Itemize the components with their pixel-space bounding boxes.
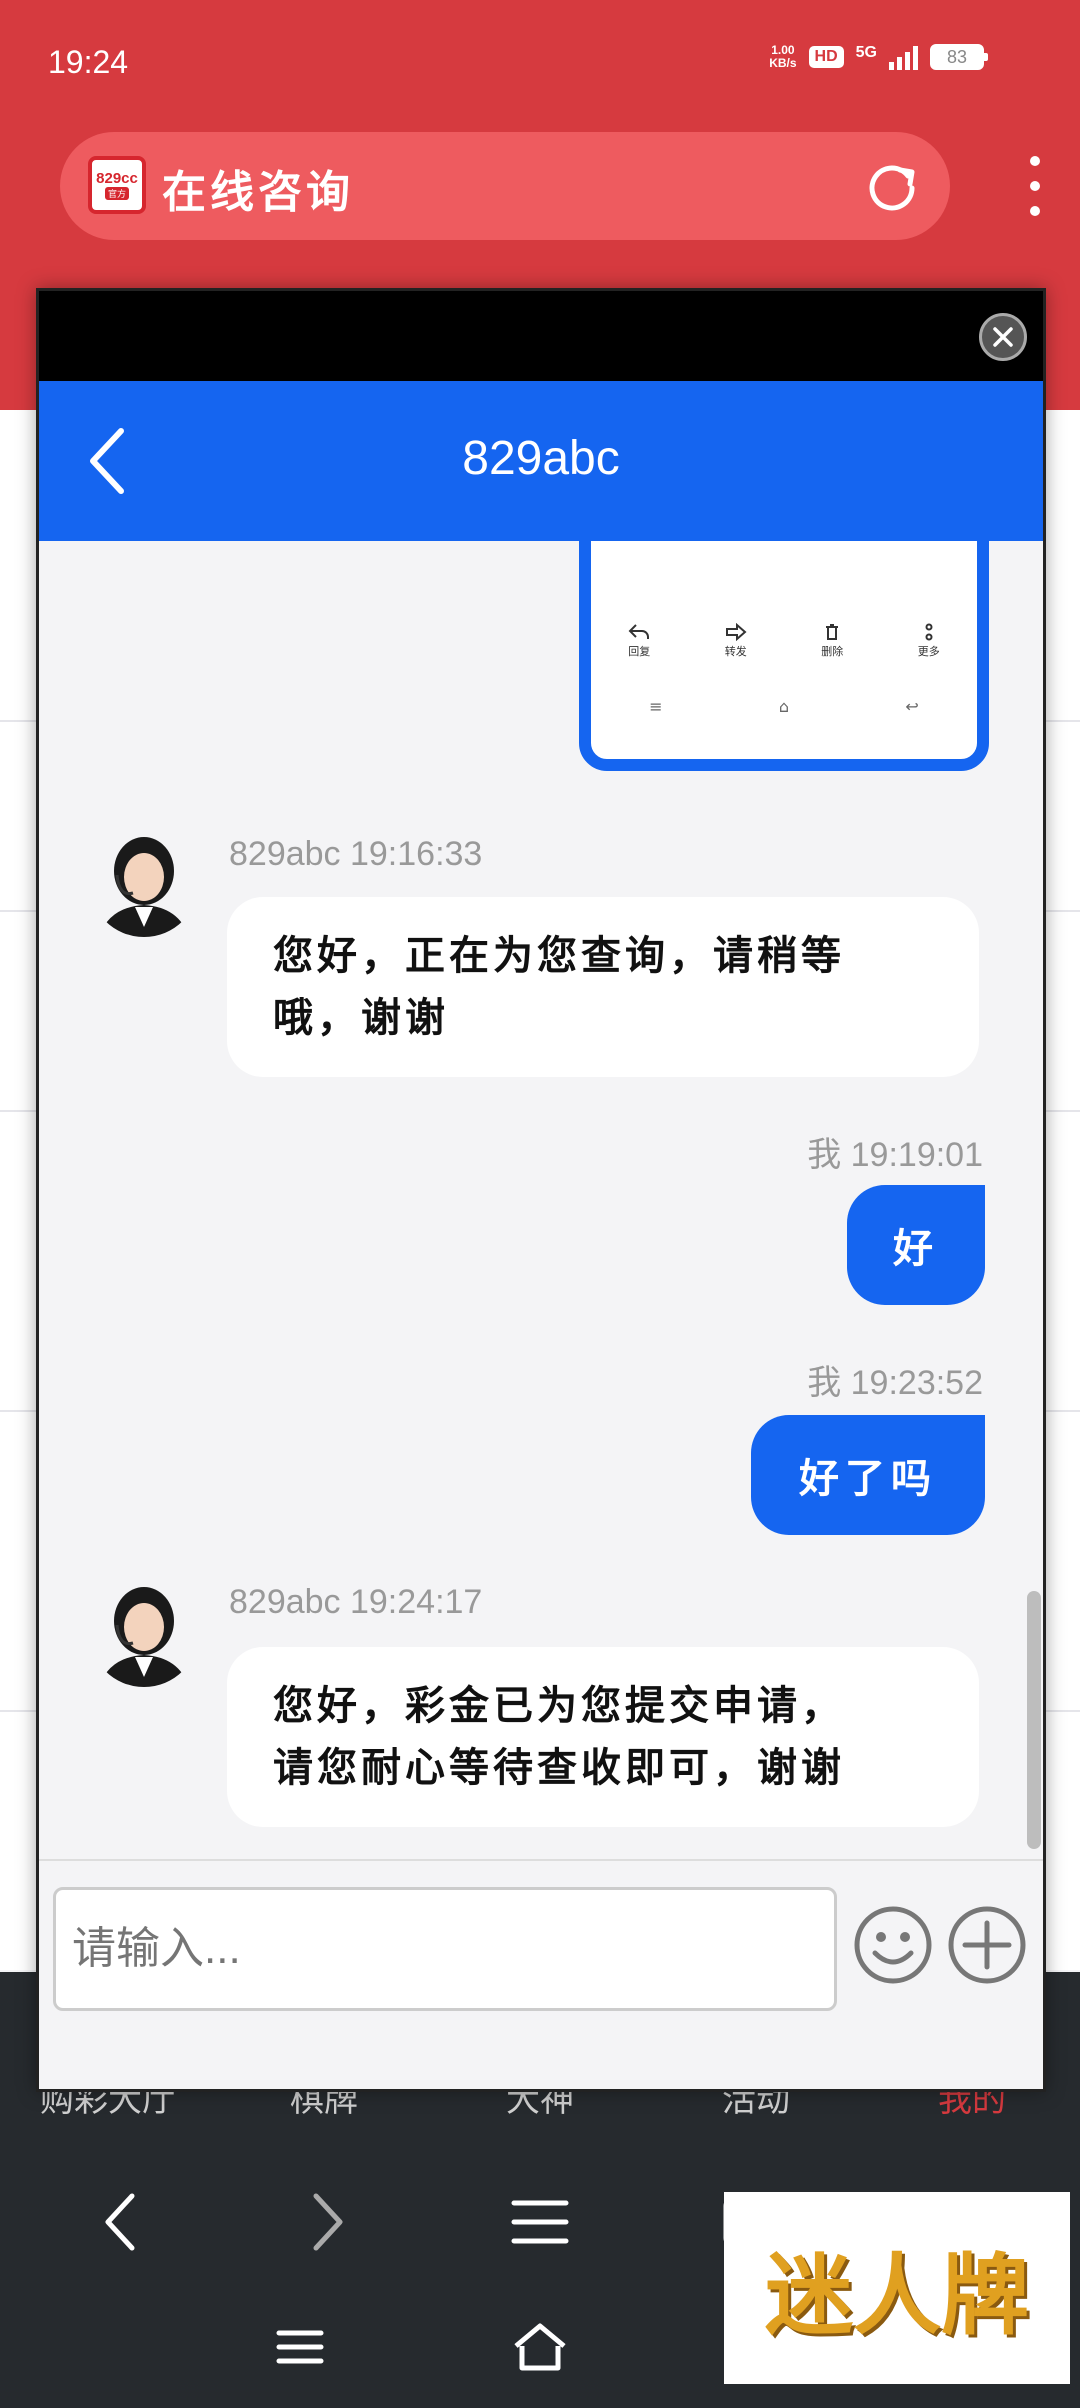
chat-title: 829abc [462, 432, 620, 485]
outgoing-message: 好了吗 [751, 1415, 985, 1535]
network-speed: 1.00 KB/s [769, 43, 797, 70]
more-action: 更多 [918, 623, 940, 659]
status-bar: 19:24 1.00 KB/s HD 5G 83 [0, 0, 1080, 120]
chat-dialog: 829abc 回复 转发 删除 更多 ≡ ⌂ ↩ 829abc 19:16:33… [36, 288, 1046, 2092]
chat-header: 829abc [39, 381, 1043, 541]
status-icons: 1.00 KB/s HD 5G 83 [769, 43, 988, 70]
message-meta: 我 19:23:52 [807, 1364, 983, 1402]
message-meta: 829abc 19:24:17 [229, 1583, 483, 1621]
message-input[interactable] [53, 1887, 837, 2011]
emoji-icon[interactable] [853, 1905, 933, 1985]
image-message[interactable]: 回复 转发 删除 更多 ≡ ⌂ ↩ [579, 541, 989, 771]
agent-avatar [89, 827, 199, 937]
recents-icon[interactable] [250, 2302, 350, 2392]
reply-action: 回复 [628, 623, 650, 659]
hd-icon: HD [808, 46, 844, 68]
forward-action: 转发 [725, 623, 747, 659]
signal-icon [889, 44, 918, 70]
message-composer [39, 1859, 1043, 2089]
message-meta: 829abc 19:16:33 [229, 835, 483, 873]
preview-navbar: ≡ ⌂ ↩ [649, 697, 919, 716]
agent-avatar [89, 1577, 199, 1687]
site-logo: 829cc 官方 [88, 156, 146, 214]
message-meta: 我 19:19:01 [807, 1136, 983, 1174]
back-arrow-icon[interactable] [70, 2172, 170, 2272]
add-icon[interactable] [947, 1905, 1027, 1985]
incoming-message: 您好，彩金已为您提交申请， 请您耐心等待查收即可，谢谢 [227, 1647, 979, 1827]
address-bar[interactable]: 829cc 官方 在线咨询 [60, 132, 950, 240]
image-action-bar: 回复 转发 删除 更多 [591, 623, 977, 659]
incoming-message: 您好，正在为您查询，请稍等 哦，谢谢 [227, 897, 979, 1077]
forward-arrow-icon[interactable] [278, 2172, 378, 2272]
delete-action: 删除 [821, 623, 843, 659]
reload-icon[interactable] [862, 156, 922, 216]
watermark-logo: 迷人牌 [724, 2192, 1070, 2384]
battery-icon: 83 [930, 44, 988, 70]
message-list[interactable]: 回复 转发 删除 更多 ≡ ⌂ ↩ 829abc 19:16:33 您好，正在为… [39, 541, 1043, 1859]
system-home-icon[interactable] [490, 2302, 590, 2392]
page-title: 在线咨询 [162, 167, 354, 218]
network-type: 5G [855, 44, 877, 61]
menu-icon[interactable] [490, 2172, 590, 2272]
dialog-top-bar [39, 291, 1043, 381]
scrollbar[interactable] [1027, 1591, 1041, 1849]
close-icon[interactable] [979, 313, 1027, 361]
more-menu-icon[interactable] [1020, 156, 1050, 216]
status-time: 19:24 [48, 44, 129, 80]
outgoing-message: 好 [847, 1185, 985, 1305]
